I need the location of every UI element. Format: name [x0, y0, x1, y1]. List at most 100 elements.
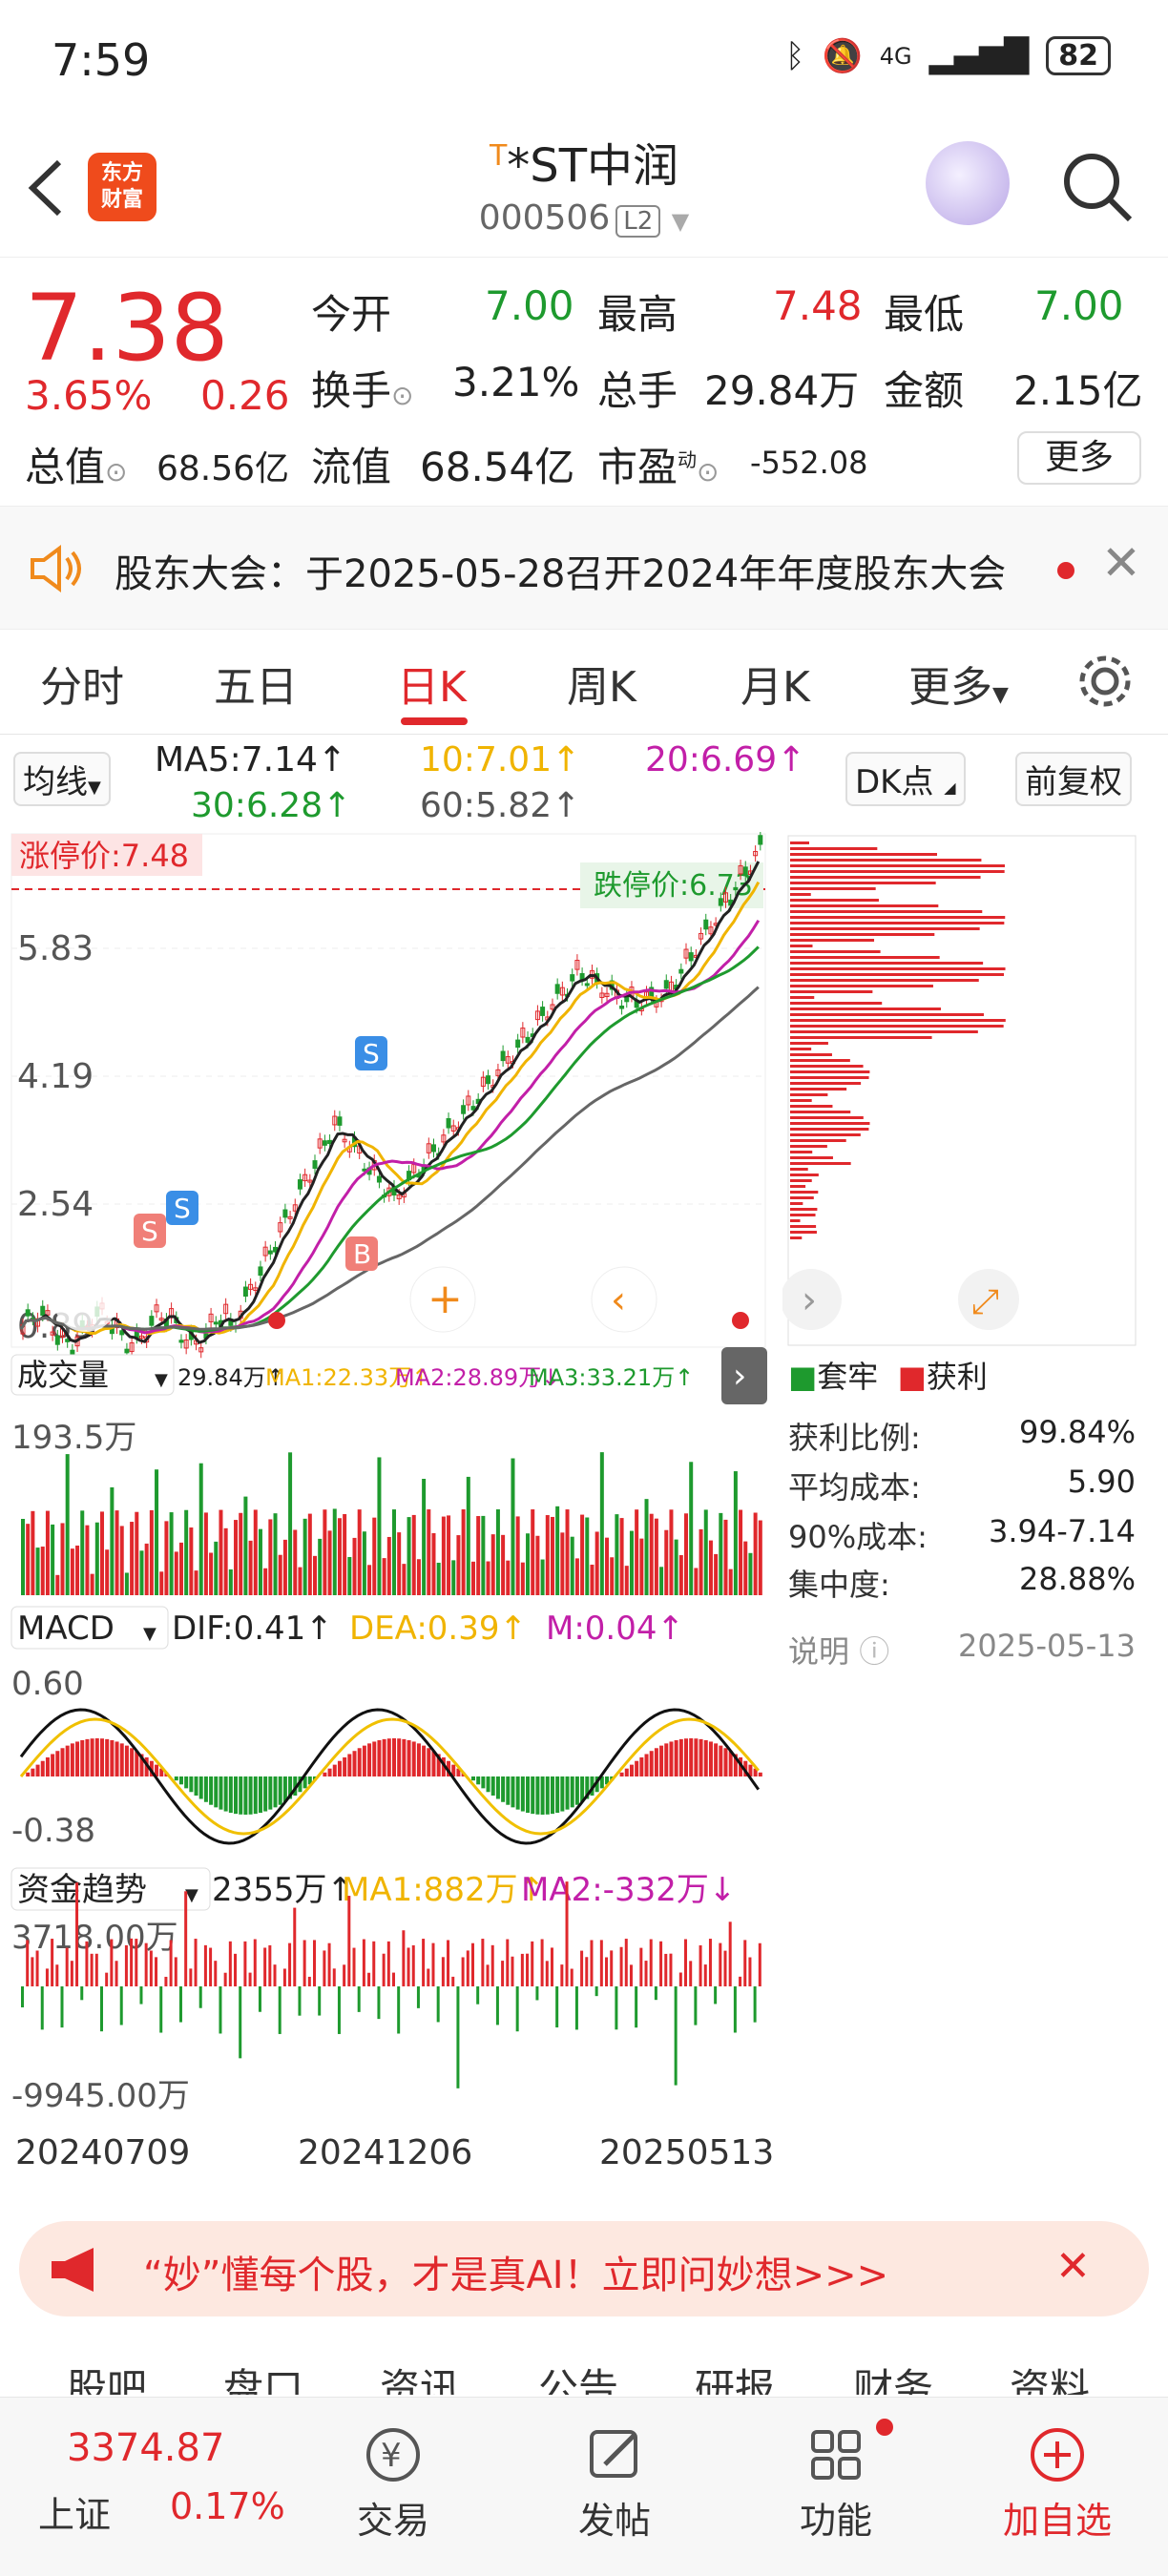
macd-bar	[699, 1738, 703, 1776]
volume-bar	[451, 1560, 456, 1595]
battery-indicator: 82	[1046, 36, 1111, 75]
macd-bar	[684, 1738, 689, 1776]
macd-bar	[327, 1768, 332, 1776]
fund-bar	[214, 1961, 218, 1986]
tab-monthly-k[interactable]: 月K	[740, 653, 810, 714]
macd-dea: DEA:0.39↑	[349, 1610, 527, 1648]
ai-promo-banner[interactable]: “妙”懂每个股，才是真AI！立即问妙想>>> ✕	[19, 2221, 1149, 2316]
volume-bar	[90, 1573, 94, 1595]
close-icon[interactable]: ✕	[1055, 2242, 1091, 2291]
trade-button[interactable]: ¥ 交易	[307, 2424, 479, 2544]
index-name: 上证	[38, 2494, 112, 2536]
fund-bar	[124, 1944, 128, 1986]
close-icon[interactable]: ✕	[1101, 535, 1141, 591]
tab-daily-k[interactable]: 日K	[397, 653, 467, 714]
fund-bar	[203, 1944, 207, 1986]
chip-bar	[790, 1202, 803, 1205]
volume-bar	[357, 1509, 362, 1595]
tab-research[interactable]: 研报	[695, 2357, 775, 2395]
macd-bar	[520, 1776, 525, 1812]
macd-bar	[402, 1738, 407, 1776]
macd-bottom-label: -0.38	[11, 1812, 95, 1850]
volume-bar	[124, 1572, 129, 1595]
fund-bar	[234, 1953, 238, 1986]
market-cap-label: 总值⊙	[25, 435, 127, 493]
y-label: 2.54	[17, 1185, 94, 1224]
volume-bar	[110, 1486, 115, 1595]
fund-bar	[243, 1941, 247, 1986]
candle-body	[258, 1266, 263, 1277]
adjust-select[interactable]: 前复权	[1015, 752, 1132, 806]
more-button[interactable]: 更多	[1017, 431, 1141, 485]
fund-bar	[416, 1986, 420, 2008]
tab-pankou[interactable]: 盘口	[223, 2357, 303, 2395]
chip-distribution-svg: › ⤢	[781, 835, 1137, 1346]
chip-bar	[790, 1105, 833, 1108]
event-dot	[732, 1312, 749, 1329]
fund-bar	[258, 1986, 261, 2012]
dk-point-select[interactable]: DK点 ◢	[845, 752, 966, 806]
volume-bar	[689, 1462, 694, 1595]
macd-bar	[526, 1776, 531, 1814]
chip-bars	[790, 841, 1006, 1239]
kline-chart-svg[interactable]: 涨停价:7.48 跌停价:6.73 5.83 4.19 2.54 0.89 S …	[10, 829, 774, 2215]
ai-assistant-avatar[interactable]	[926, 141, 1010, 225]
search-icon[interactable]	[1059, 149, 1136, 225]
turnover-value: 3.21%	[452, 359, 580, 405]
chip-bar	[790, 1208, 818, 1211]
amount-value: 2.15亿	[1013, 367, 1143, 414]
volume-bar	[293, 1529, 298, 1595]
volume-bar	[159, 1571, 164, 1595]
volume-bar	[635, 1509, 639, 1595]
tab-intraday[interactable]: 分时	[40, 653, 124, 714]
tab-weekly-k[interactable]: 周K	[567, 653, 636, 714]
volume-bar	[139, 1550, 144, 1595]
candle-body	[25, 1309, 31, 1317]
notice-bar[interactable]: 股东大会：于2025-05-28召开2024年年度股东大会 ✕	[0, 506, 1168, 630]
tab-five-day[interactable]: 五日	[214, 653, 298, 714]
chip-stat-value: 99.84%	[1018, 1414, 1136, 1450]
tab-finance[interactable]: 财务	[853, 2357, 933, 2395]
chip-note[interactable]: 说明 ⓘ	[788, 1628, 889, 1672]
chip-bar	[790, 1128, 869, 1131]
fund-bar	[689, 1961, 693, 1986]
fund-bar	[159, 1986, 163, 2033]
tab-profile[interactable]: 资料	[1010, 2357, 1090, 2395]
volume-bar	[461, 1509, 466, 1595]
tab-news[interactable]: 资讯	[380, 2357, 460, 2395]
tab-more[interactable]: 更多▼	[908, 653, 1009, 714]
fund-bar	[139, 1986, 143, 2005]
turnover-label: 换手⊙	[311, 359, 413, 417]
settings-gear-icon[interactable]	[1074, 651, 1136, 712]
ma-type-select[interactable]: 均线▼	[13, 752, 111, 806]
chip-bar	[790, 1151, 813, 1153]
function-button[interactable]: 功能	[750, 2424, 922, 2544]
volume-bar	[758, 1520, 762, 1595]
fund-bar	[565, 1881, 569, 1986]
y-label: 5.83	[17, 929, 94, 968]
sell-signal: S	[174, 1193, 191, 1224]
tab-announcement[interactable]: 公告	[538, 2357, 618, 2395]
macd-bar	[565, 1776, 570, 1810]
fund-bar	[684, 1939, 688, 1986]
chart-area[interactable]: 涨停价:7.48 跌停价:6.73 5.83 4.19 2.54 0.89 S …	[10, 829, 774, 2215]
macd-bar	[219, 1776, 223, 1810]
chip-bar	[790, 985, 933, 987]
volume-bar	[31, 1510, 35, 1595]
macd-bar	[90, 1738, 94, 1776]
fund-ma1: MA1:882万↑	[342, 1871, 545, 1909]
tab-guba[interactable]: 股吧	[67, 2357, 147, 2395]
chip-stat-label: 集中度:	[788, 1567, 890, 1603]
volume-bar	[362, 1531, 366, 1595]
volume-bar	[669, 1509, 674, 1595]
post-button[interactable]: 发帖	[529, 2424, 700, 2544]
info-icon: ⊙	[391, 380, 414, 411]
volume-bar	[743, 1541, 748, 1595]
fund-bar	[51, 1939, 54, 1986]
volume-value: 29.84万	[704, 367, 860, 414]
macd-bar	[416, 1743, 421, 1776]
index-value[interactable]: 3374.87	[67, 2426, 224, 2470]
yen-icon: ¥	[366, 2428, 420, 2482]
fund-bar	[268, 1944, 272, 1986]
add-watchlist-button[interactable]: 加自选	[971, 2424, 1143, 2544]
